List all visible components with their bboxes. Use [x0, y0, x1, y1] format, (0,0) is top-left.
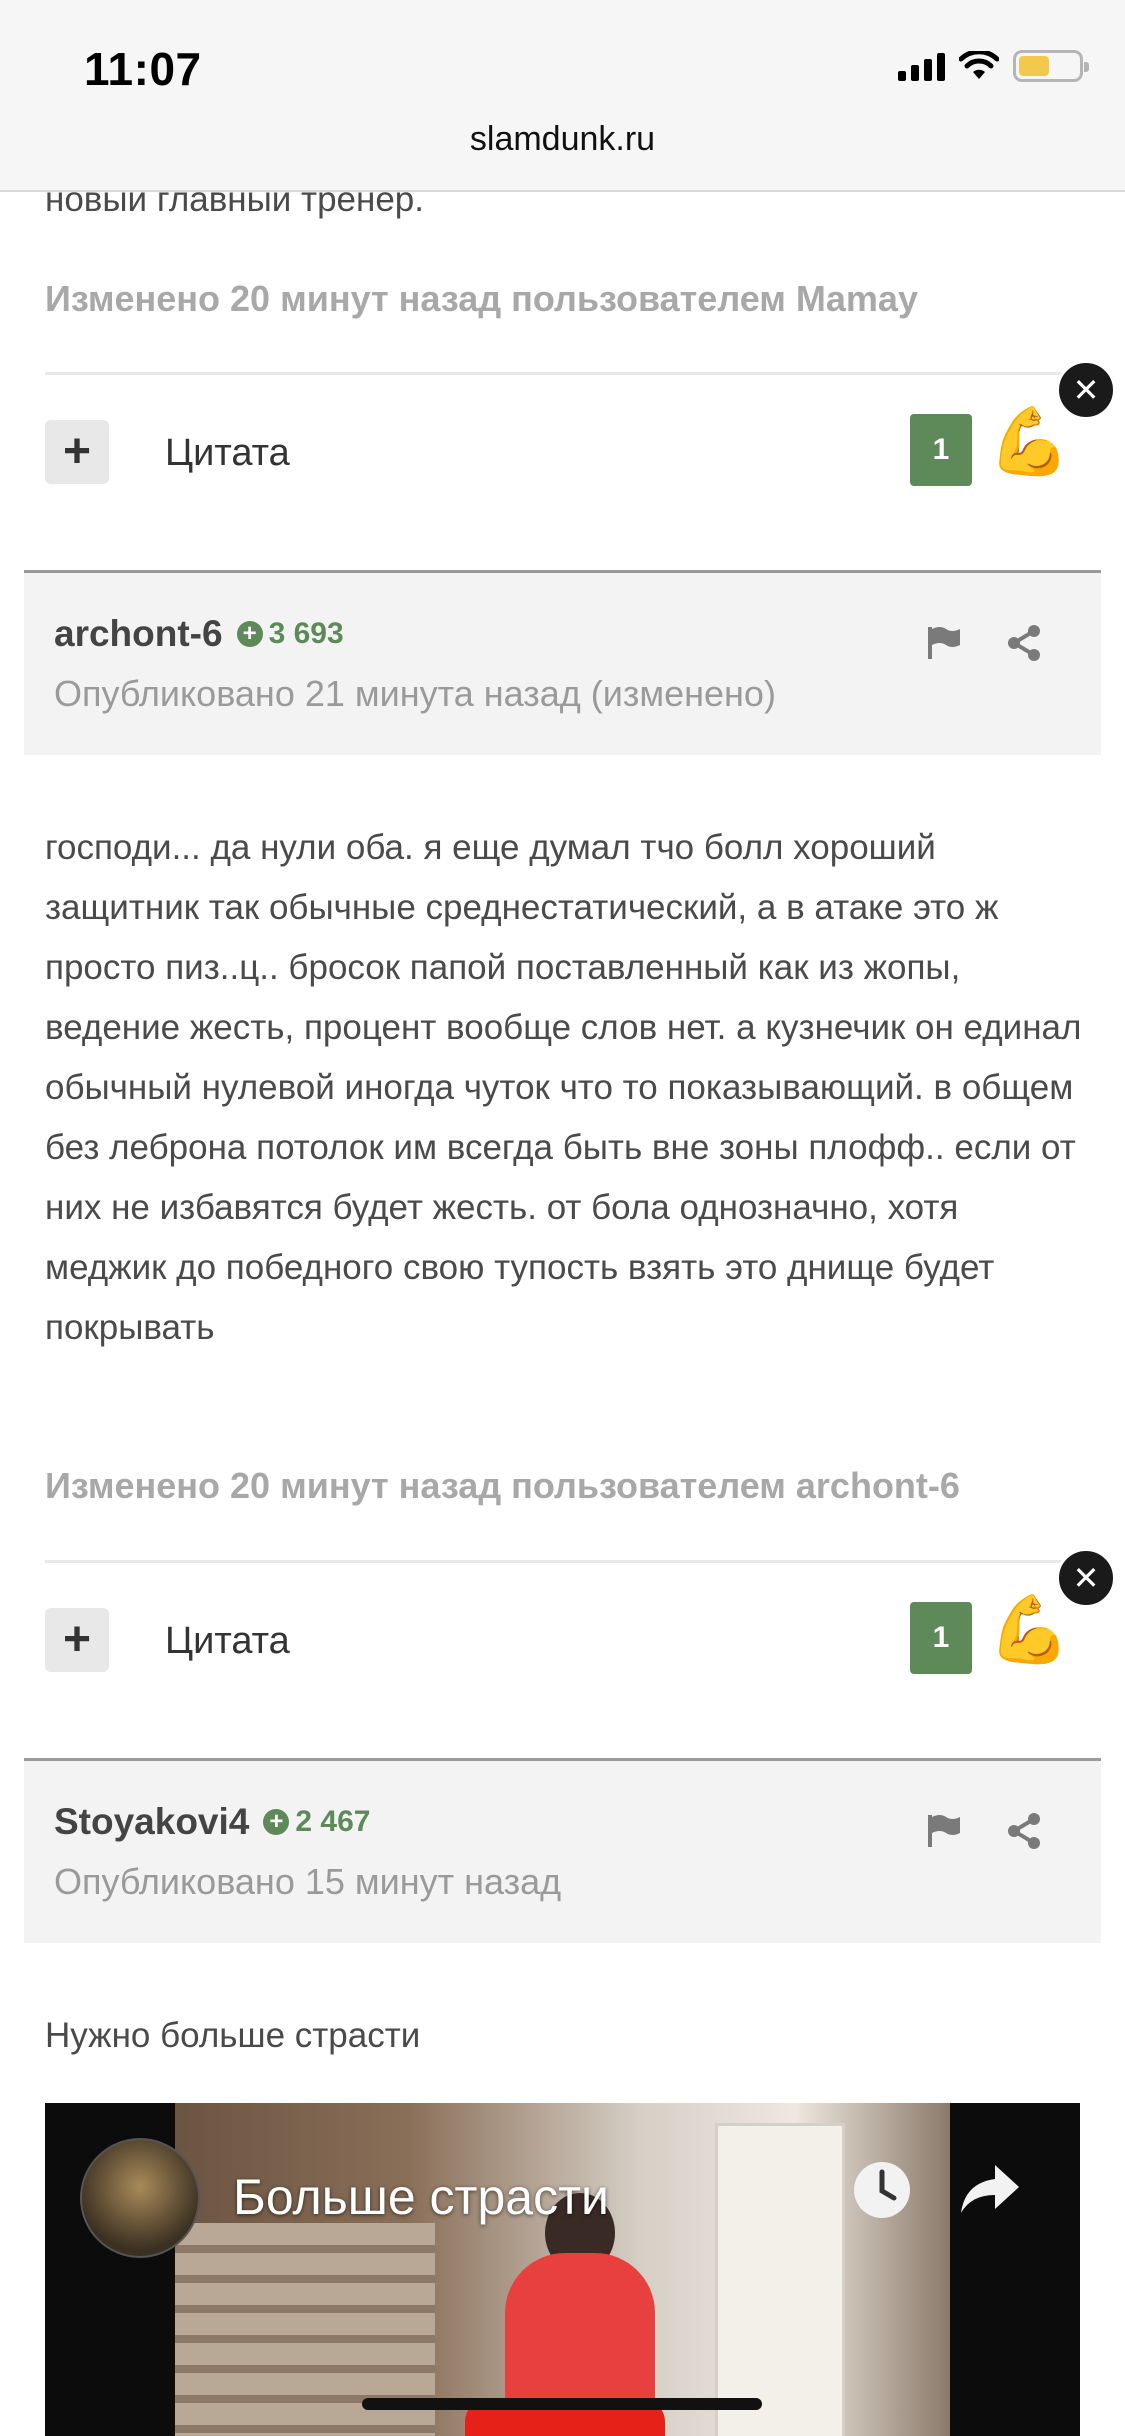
watch-later-clock-icon[interactable]: [850, 2158, 914, 2222]
report-flag-icon[interactable]: [924, 1811, 964, 1851]
quote-button[interactable]: Цитата: [165, 1620, 290, 1663]
edited-note: Изменено 20 минут назад пользователем Ma…: [45, 278, 918, 319]
url-bar[interactable]: slamdunk.ru: [0, 120, 1125, 159]
multiquote-add-button[interactable]: +: [45, 420, 109, 484]
plus-circle-icon: +: [263, 1809, 290, 1835]
post-text: Нужно больше страсти: [45, 2016, 421, 2055]
edited-note: Изменено 20 минут назад пользователем ar…: [45, 1465, 960, 1506]
channel-avatar[interactable]: [80, 2138, 200, 2258]
top-bar: 11:07 slamdunk.ru: [0, 0, 1125, 192]
divider: [45, 1560, 1080, 1563]
plus-circle-icon: +: [236, 621, 263, 647]
share-arrow-icon[interactable]: [957, 2161, 1023, 2217]
reputation-badge: + 3 693: [236, 617, 344, 651]
battery-icon: [1013, 50, 1089, 82]
divider: [45, 372, 1080, 375]
post-author: Stoyakovi4 + 2 467: [54, 1801, 370, 1843]
multiquote-add-button[interactable]: +: [45, 1608, 109, 1672]
post-date: Опубликовано 15 минут назад: [54, 1861, 562, 1902]
post-date: Опубликовано 21 минута назад (изменено): [54, 673, 776, 714]
flexed-biceps-icon[interactable]: 💪: [988, 408, 1070, 474]
post-header: Stoyakovi4 + 2 467 Опубликовано 15 минут…: [24, 1758, 1101, 1943]
author-name[interactable]: Stoyakovi4: [54, 1801, 249, 1843]
cellular-signal-icon: [898, 51, 945, 81]
reputation-value: 2 467: [295, 1805, 371, 1838]
share-icon[interactable]: [1004, 623, 1044, 663]
wifi-icon: [959, 51, 999, 79]
video-title[interactable]: Больше страсти: [233, 2168, 609, 2226]
reputation-badge: + 2 467: [263, 1805, 370, 1839]
video-embed[interactable]: Больше страсти: [45, 2103, 1080, 2436]
post-author: archont-6 + 3 693: [54, 613, 344, 655]
share-icon[interactable]: [1004, 1811, 1044, 1851]
flexed-biceps-icon[interactable]: 💪: [988, 1596, 1070, 1662]
report-flag-icon[interactable]: [924, 623, 964, 663]
author-name[interactable]: archont-6: [54, 613, 223, 655]
reputation-value: 3 693: [268, 617, 344, 650]
video-thumbnail: [175, 2103, 950, 2436]
post-text: господи... да нули оба. я еще думал тчо …: [45, 828, 1082, 1347]
status-icons: [898, 50, 1089, 82]
status-time: 11:07: [84, 43, 202, 95]
post-header: archont-6 + 3 693 Опубликовано 21 минута…: [24, 570, 1101, 755]
quote-button[interactable]: Цитата: [165, 432, 290, 475]
reaction-count[interactable]: 1: [910, 414, 972, 486]
home-indicator[interactable]: [362, 2398, 762, 2410]
reaction-count[interactable]: 1: [910, 1602, 972, 1674]
